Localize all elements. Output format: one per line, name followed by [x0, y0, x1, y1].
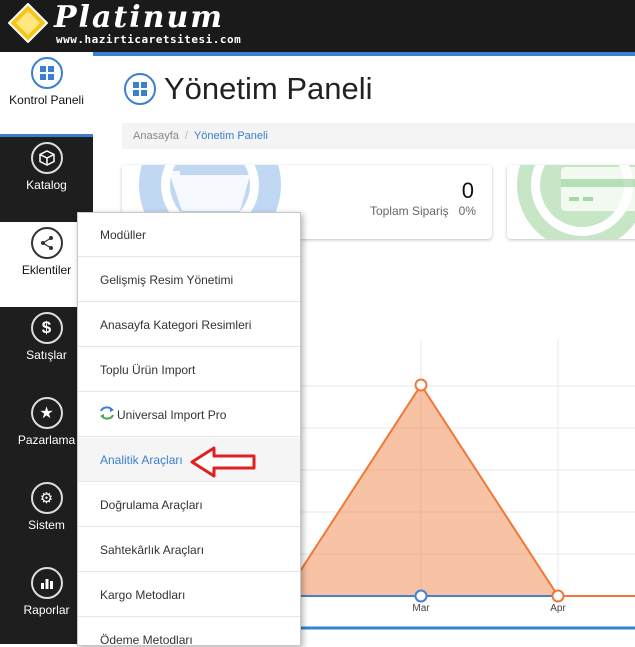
menu-item-anasayfa-kategori-resimleri[interactable]: Anasayfa Kategori Resimleri [78, 303, 300, 347]
cube-icon [30, 142, 63, 174]
logo-diamond-icon [8, 3, 48, 43]
content-top-border [93, 52, 635, 56]
menu-item-analitik-araclari[interactable]: Analitik Araçları [78, 438, 300, 482]
chart-x-labels: Mar Apr [412, 603, 566, 614]
menu-item-gelismis-resim-yonetimi[interactable]: Gelişmiş Resim Yönetimi [78, 258, 300, 302]
breadcrumb-home[interactable]: Anasayfa [133, 130, 179, 142]
dashboard-icon [30, 57, 63, 89]
sidebar-item-label: Kontrol Paneli [9, 93, 84, 107]
menu-item-sahtekarlik-araclari[interactable]: Sahtekârlık Araçları [78, 528, 300, 572]
red-arrow-annotation-icon [190, 446, 256, 478]
top-header: Platinum www.hazirticaretsitesi.com [0, 0, 635, 52]
payments-card[interactable] [507, 165, 635, 239]
menu-item-odeme-metodlari[interactable]: Ödeme Metodları [78, 618, 300, 645]
star-icon: ★ [30, 397, 63, 429]
menu-item-universal-import-pro[interactable]: Universal Import Pro [78, 393, 300, 437]
sync-icon [99, 394, 115, 438]
sidebar-item-kontrol-paneli[interactable]: Kontrol Paneli [0, 52, 93, 137]
sidebar-item-katalog[interactable]: Katalog [0, 137, 93, 222]
credit-card-icon [517, 165, 635, 239]
data-point [414, 378, 428, 392]
x-tick-label: Mar [412, 603, 430, 614]
x-tick-label: Apr [550, 603, 566, 614]
sidebar-item-label: Katalog [26, 178, 67, 192]
dollar-icon: $ [30, 312, 63, 344]
page-title: Yönetim Paneli [164, 71, 373, 106]
extensions-dropdown-menu: Modüller Gelişmiş Resim Yönetimi Anasayf… [77, 212, 301, 646]
menu-item-kargo-metodlari[interactable]: Kargo Metodları [78, 573, 300, 617]
breadcrumb-current[interactable]: Yönetim Paneli [194, 130, 268, 142]
breadcrumb: Anasayfa / Yönetim Paneli [122, 123, 635, 149]
dashboard-icon [124, 73, 156, 105]
series-area [284, 385, 558, 596]
data-point [414, 589, 428, 603]
gears-icon: ⚙ [30, 482, 63, 514]
orders-count: 0 [461, 178, 474, 203]
menu-item-toplu-urun-import[interactable]: Toplu Ürün Import [78, 348, 300, 392]
share-icon [30, 227, 63, 259]
bar-chart-icon [30, 567, 63, 599]
data-point [551, 589, 565, 603]
menu-item-dogrulama-araclari[interactable]: Doğrulama Araçları [78, 483, 300, 527]
logo-url: www.hazirticaretsitesi.com [56, 33, 242, 46]
menu-item-moduller[interactable]: Modüller [78, 213, 300, 257]
orders-label: Toplam Sipariş 0% [369, 204, 476, 218]
logo-text[interactable]: Platinum [54, 0, 224, 35]
